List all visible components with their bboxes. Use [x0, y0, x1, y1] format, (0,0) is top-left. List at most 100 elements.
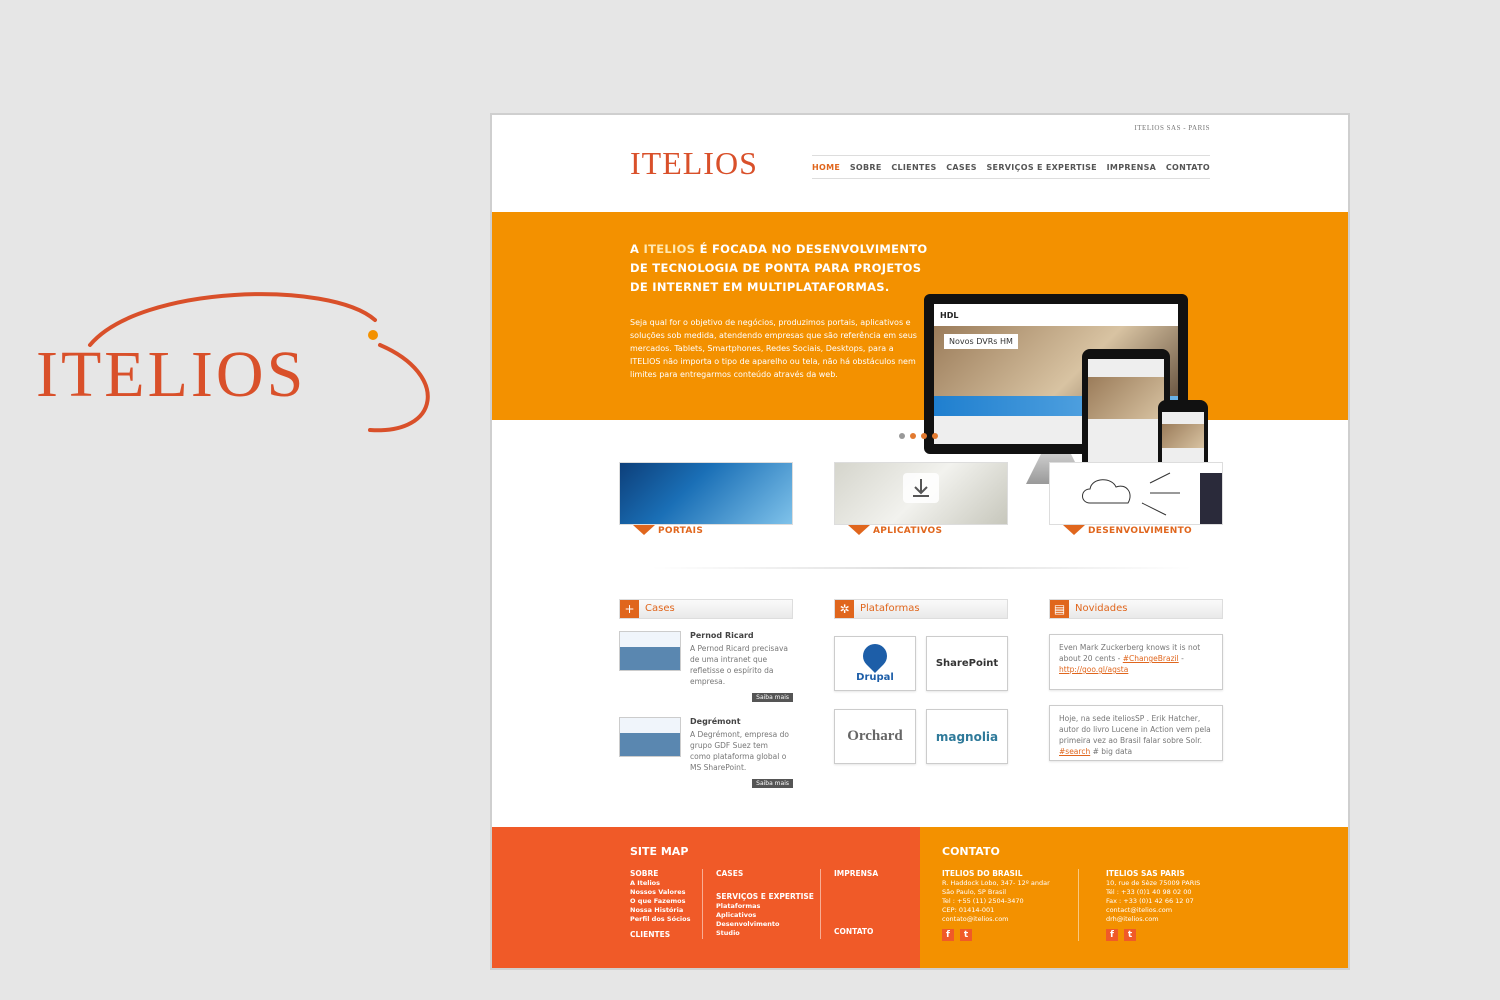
platform-label: Drupal	[856, 672, 894, 683]
footer-link-servicos[interactable]: SERVIÇOS E EXPERTISE	[716, 892, 814, 901]
cloud-computing-icon	[1082, 472, 1222, 524]
tablet-photo	[1088, 377, 1164, 419]
social-paris: f t	[1106, 929, 1136, 941]
case-text: A Degrémont, empresa do grupo GDF Suez t…	[690, 730, 790, 772]
nav-contato[interactable]: CONTATO	[1166, 163, 1210, 172]
platform-drupal[interactable]: Drupal	[834, 636, 916, 691]
news-link[interactable]: http://goo.gl/agsta	[1059, 665, 1128, 674]
download-icon	[903, 473, 939, 503]
office-email[interactable]: drh@itelios.com	[1106, 915, 1200, 924]
office-line: Tel : +55 (11) 2504-3470	[942, 897, 1024, 905]
brand-logo-text: ITELIOS	[36, 338, 307, 411]
case-item: Pernod Ricard A Pernod Ricard precisava …	[619, 631, 793, 707]
news-separator: -	[1178, 654, 1184, 663]
nav-imprensa[interactable]: IMPRENSA	[1107, 163, 1156, 172]
nav-clientes[interactable]: CLIENTES	[891, 163, 936, 172]
grid-icon: ✲	[835, 600, 854, 618]
case-text: A Pernod Ricard precisava de uma intrane…	[690, 644, 788, 686]
news-item: Even Mark Zuckerberg knows it is not abo…	[1049, 634, 1223, 690]
office-email[interactable]: contact@itelios.com	[1106, 906, 1200, 915]
office-line: CEP: 01414-001	[942, 906, 995, 914]
device-brand: HDL	[934, 304, 1178, 326]
news-hashtag[interactable]: #ChangeBrazil	[1123, 654, 1179, 663]
cases-header: + Cases	[619, 599, 793, 619]
plataformas-header: ✲ Plataformas	[834, 599, 1008, 619]
brand-logo: ITELIOS	[30, 285, 440, 445]
carousel-dot[interactable]	[910, 433, 916, 439]
footer-link[interactable]: Studio	[716, 929, 814, 938]
top-location[interactable]: ITELIOS SAS - PARIS	[1134, 124, 1210, 132]
carousel-dots	[899, 433, 938, 439]
saiba-mais-button[interactable]: Saiba mais	[752, 779, 793, 788]
site-logo[interactable]: ITELIOS	[630, 145, 758, 182]
footer-imprensa-label: IMPRENSA	[834, 869, 879, 878]
platform-label: magnolia	[935, 729, 999, 744]
footer-link-contato[interactable]: CONTATO	[834, 927, 873, 937]
case-title[interactable]: Pernod Ricard	[690, 631, 754, 640]
footer-link[interactable]: A Itelios	[630, 879, 691, 888]
hero-body: Seja qual for o objetivo de negócios, pr…	[630, 318, 917, 379]
tile-desenvolvimento[interactable]: DESENVOLVIMENTO	[1049, 462, 1223, 540]
aplicativos-image	[834, 462, 1008, 525]
desenvolvimento-image	[1049, 462, 1223, 525]
carousel-dot[interactable]	[921, 433, 927, 439]
carousel-dot[interactable]	[899, 433, 905, 439]
nav-cases[interactable]: CASES	[946, 163, 977, 172]
carousel-dot[interactable]	[932, 433, 938, 439]
contato-title: CONTATO	[942, 845, 1000, 858]
platform-label: SharePoint	[935, 658, 999, 669]
twitter-icon[interactable]: t	[1124, 929, 1136, 941]
divider	[652, 567, 1192, 569]
platform-sharepoint[interactable]: SharePoint	[926, 636, 1008, 691]
footer-divider	[1078, 869, 1079, 941]
news-item: Hoje, na sede iteliosSP . Erik Hatcher, …	[1049, 705, 1223, 761]
case-thumbnail[interactable]	[619, 631, 681, 671]
footer-link-cases[interactable]: CASES	[716, 869, 814, 878]
footer-link[interactable]: Desenvolvimento	[716, 920, 814, 929]
nav-servicos[interactable]: SERVIÇOS E EXPERTISE	[987, 163, 1097, 172]
footer-link-imprensa[interactable]: IMPRENSA	[834, 869, 878, 879]
twitter-icon[interactable]: t	[960, 929, 972, 941]
main-nav: HOME SOBRE CLIENTES CASES SERVIÇOS E EXP…	[812, 155, 1210, 179]
footer-link[interactable]: Aplicativos	[716, 911, 814, 920]
website-preview: ITELIOS SAS - PARIS ITELIOS HOME SOBRE C…	[490, 113, 1350, 970]
case-title[interactable]: Degrémont	[690, 717, 741, 726]
footer-link[interactable]: Plataformas	[716, 902, 814, 911]
sitemap-col-cases: CASES SERVIÇOS E EXPERTISE Plataformas A…	[716, 869, 814, 938]
nav-home[interactable]: HOME	[812, 163, 840, 172]
news-hashtag[interactable]: #search	[1059, 747, 1090, 756]
tile-portais[interactable]: PORTAIS	[619, 462, 793, 540]
news-tail: # big data	[1090, 747, 1133, 756]
office-line: 10, rue de Sèze 75009 PARIS	[1106, 879, 1201, 887]
hero-banner: A ITELIOS É FOCADA NO DESENVOLVIMENTO DE…	[492, 212, 1348, 504]
footer-link[interactable]: Nossa História	[630, 906, 691, 915]
platform-orchard[interactable]: Orchard	[834, 709, 916, 764]
footer-link[interactable]: Nossos Valores	[630, 888, 691, 897]
footer-link-clientes[interactable]: CLIENTES	[630, 930, 691, 939]
platform-label: Orchard	[847, 728, 903, 744]
office-line: São Paulo, SP Brasil	[942, 888, 1007, 896]
plataformas-title: Plataformas	[860, 603, 920, 614]
footer-contact: CONTATO ITELIOS DO BRASIL R. Haddock Lob…	[920, 827, 1348, 968]
plus-icon: +	[620, 600, 639, 618]
office-brasil-title: ITELIOS DO BRASIL	[942, 869, 1023, 878]
office-email[interactable]: contato@itelios.com	[942, 915, 1050, 924]
office-line: Fax : +33 (0)1 42 66 12 07	[1106, 897, 1194, 905]
phone-photo	[1162, 424, 1204, 448]
case-thumbnail[interactable]	[619, 717, 681, 757]
saiba-mais-button[interactable]: Saiba mais	[752, 693, 793, 702]
device-caption: Novos DVRs HM	[944, 334, 1018, 349]
footer-link[interactable]: Perfil dos Sócios	[630, 915, 691, 924]
tile-aplicativos[interactable]: APLICATIVOS	[834, 462, 1008, 540]
nav-sobre[interactable]: SOBRE	[850, 163, 882, 172]
novidades-title: Novidades	[1075, 603, 1128, 614]
footer-sitemap: SITE MAP SOBRE A Itelios Nossos Valores …	[492, 827, 920, 968]
sitemap-title: SITE MAP	[630, 845, 689, 858]
footer-link-sobre[interactable]: SOBRE	[630, 869, 691, 878]
platform-magnolia[interactable]: magnolia	[926, 709, 1008, 764]
hero-headline: A ITELIOS É FOCADA NO DESENVOLVIMENTO DE…	[630, 240, 930, 297]
news-text: Hoje, na sede iteliosSP . Erik Hatcher, …	[1059, 714, 1211, 745]
facebook-icon[interactable]: f	[942, 929, 954, 941]
footer-link[interactable]: O que Fazemos	[630, 897, 691, 906]
facebook-icon[interactable]: f	[1106, 929, 1118, 941]
